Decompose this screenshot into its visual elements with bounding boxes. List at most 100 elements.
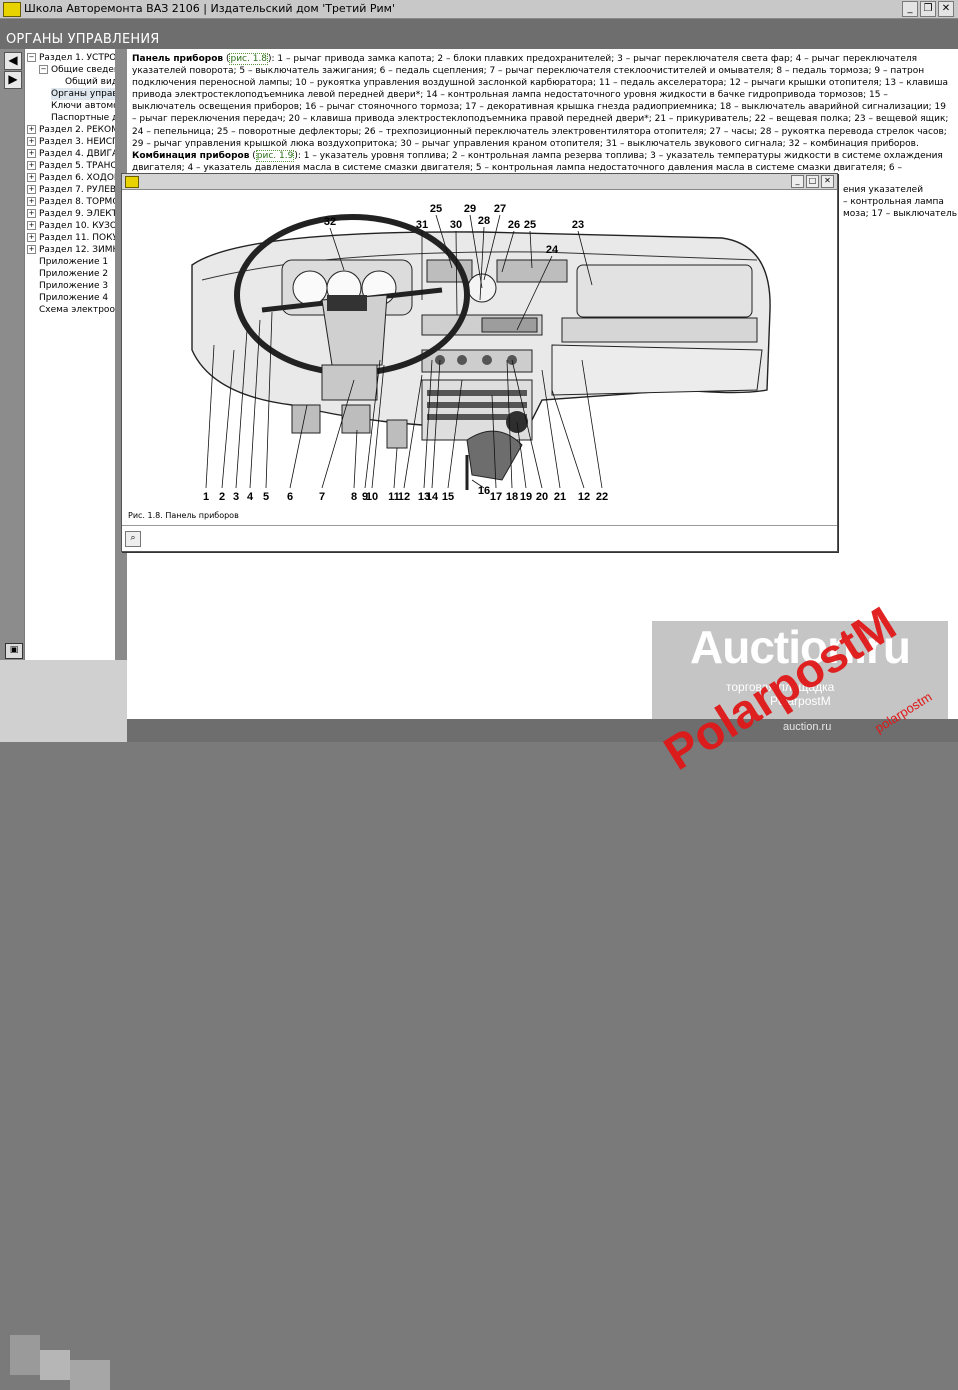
popup-close-button[interactable]: ✕: [821, 175, 834, 188]
tree-item[interactable]: + Раздел 10. КУЗОВ: [27, 220, 115, 232]
callout-label: 26: [508, 219, 520, 231]
contents-tree[interactable]: − Раздел 1. УСТРОЙ − Общие сведен Общий вид О…: [25, 49, 115, 669]
tree-item-label: Приложение 1: [39, 257, 109, 267]
nav-strip: ◀ ▶: [0, 49, 24, 669]
expand-icon[interactable]: +: [27, 173, 36, 182]
collapse-icon[interactable]: −: [39, 65, 48, 74]
tree-item[interactable]: +Раздел 2. РЕКОМЕ: [27, 124, 115, 136]
tree-item[interactable]: + Раздел 7. РУЛЕВО: [27, 184, 115, 196]
text-peek-2: – контрольная лампа: [843, 197, 944, 207]
tree-item-label: Раздел 9. ЭЛЕКТРИ: [39, 209, 115, 219]
tree-item-label: Раздел 2. РЕКОМЕ: [39, 125, 115, 135]
leader-line: [393, 447, 398, 489]
callout-label: 30: [450, 219, 462, 231]
popup-minimize-button[interactable]: _: [791, 175, 804, 188]
watermark-footer: auction.ru: [783, 721, 832, 733]
close-button[interactable]: ✕: [938, 1, 954, 17]
expand-icon[interactable]: +: [27, 149, 36, 158]
tree-item[interactable]: +Раздел 8. ТОРМОЗ: [27, 196, 115, 208]
article-text: Панель приборов (рис. 1.8): 1 – рычаг пр…: [132, 53, 950, 186]
tree-item[interactable]: +Раздел 12. ЗИМНЯ: [27, 244, 115, 256]
tree-item[interactable]: +Раздел 6. ХОДОВА: [27, 172, 115, 184]
callout-label: 32: [324, 216, 336, 228]
expand-icon[interactable]: +: [27, 185, 36, 194]
tree-item-label: Общие сведен: [51, 65, 115, 75]
tree-item[interactable]: − Раздел 1. УСТРОЙ: [27, 52, 115, 64]
figure-caption: Рис. 1.8. Панель приборов: [128, 511, 239, 520]
text-peek-1: ения указателей: [843, 185, 924, 195]
tree-item[interactable]: Ключи автомоб: [51, 100, 115, 112]
tree-item[interactable]: − Общие сведен: [39, 64, 115, 76]
blurred-corner: [0, 660, 127, 1390]
tree-item-label: Раздел 1. УСТРОЙ: [39, 53, 115, 63]
blur-block: [70, 1360, 110, 1390]
callout-label: 17: [490, 491, 502, 503]
tree-item[interactable]: Приложение 2: [39, 268, 108, 280]
minimize-button[interactable]: _: [902, 1, 918, 17]
dashboard-illustration: 32 31 30 29 28 27 26 25 24 23 25 1 2 3 4 5 6 7 8 9 10 11 12 13…: [122, 190, 837, 506]
tree-item[interactable]: Органы управл: [51, 88, 115, 100]
callout-label: 23: [572, 219, 584, 231]
popup-icon: [125, 176, 139, 188]
tree-item[interactable]: +Раздел 3. НЕИСПР: [27, 136, 115, 148]
callout-label: 12: [578, 491, 590, 503]
callout-label: 28: [478, 215, 490, 227]
tree-item[interactable]: +Раздел 11. ПОКУП: [27, 232, 115, 244]
app-icon: [3, 2, 21, 17]
callout-label: 7: [319, 491, 325, 503]
figure-link-1-8[interactable]: рис. 1.8: [229, 53, 269, 65]
tree-item[interactable]: Приложение 4: [39, 292, 108, 304]
blur-block: [10, 1335, 40, 1375]
back-button[interactable]: ◀: [4, 52, 22, 70]
leader-line: [551, 389, 585, 489]
tree-item-label: Раздел 8. ТОРМОЗ: [39, 197, 115, 207]
callout-label: 2: [219, 491, 225, 503]
restore-button[interactable]: ❐: [920, 1, 936, 17]
tree-item[interactable]: Приложение 3: [39, 280, 108, 292]
callout-label: 24: [546, 244, 559, 256]
paren: (: [249, 150, 256, 161]
tree-item[interactable]: +Раздел 9. ЭЛЕКТРИ: [27, 208, 115, 220]
callout-label: 3: [233, 491, 239, 503]
callout-label: 31: [416, 219, 428, 231]
tree-item-label: Раздел 7. РУЛЕВО: [39, 185, 115, 195]
expand-icon[interactable]: +: [27, 161, 36, 170]
tree-item[interactable]: Общий вид: [65, 76, 115, 88]
tree-item[interactable]: Схема электрообор: [39, 304, 115, 316]
tree-item[interactable]: Паспортные да: [51, 112, 115, 124]
section-heading-cluster: Комбинация приборов: [132, 150, 250, 161]
tree-item-label: Общий вид: [65, 77, 115, 87]
callout-label: 5: [263, 491, 269, 503]
expand-icon[interactable]: +: [27, 233, 36, 242]
callout-label: 4: [247, 491, 254, 503]
zoom-icon[interactable]: ⌕: [125, 531, 141, 547]
tree-item-label: Раздел 5. ТРАНСМ: [39, 161, 115, 171]
popup-titlebar[interactable]: _ □ ✕: [122, 174, 837, 190]
callout-label: 27: [494, 203, 506, 215]
tree-item[interactable]: +Раздел 4. ДВИГАТ: [27, 148, 115, 160]
expand-icon[interactable]: +: [27, 245, 36, 254]
expand-icon[interactable]: +: [27, 221, 36, 230]
callout-label: 19: [520, 491, 532, 503]
collapse-icon[interactable]: −: [27, 53, 36, 62]
tree-item-label: Раздел 4. ДВИГАТ: [39, 149, 115, 159]
windows-icon[interactable]: ▣: [5, 643, 23, 659]
expand-icon[interactable]: +: [27, 197, 36, 206]
callout-label: 1: [203, 491, 209, 503]
figure-link-1-9[interactable]: рис. 1.9: [255, 149, 295, 162]
text-peek-3: моза; 17 – выключатель: [843, 209, 958, 219]
tree-item[interactable]: +Раздел 5. ТРАНСМ: [27, 160, 115, 172]
tree-item-label: Приложение 4: [39, 293, 109, 303]
tree-item-label: Приложение 3: [39, 281, 109, 291]
popup-maximize-button[interactable]: □: [806, 175, 819, 188]
caption-divider: [122, 525, 837, 526]
callout-label: 21: [554, 491, 566, 503]
expand-icon[interactable]: +: [27, 209, 36, 218]
blur-block: [40, 1350, 70, 1380]
expand-icon[interactable]: +: [27, 137, 36, 146]
forward-button[interactable]: ▶: [4, 71, 22, 89]
tree-item[interactable]: Приложение 1: [39, 256, 108, 268]
window-titlebar: Школа Авторемонта ВАЗ 2106 | Издательски…: [0, 0, 958, 19]
expand-icon[interactable]: +: [27, 125, 36, 134]
figure-popup[interactable]: _ □ ✕ 32 31 30 29 28 27 26 25 24 23 25 1…: [121, 173, 838, 552]
